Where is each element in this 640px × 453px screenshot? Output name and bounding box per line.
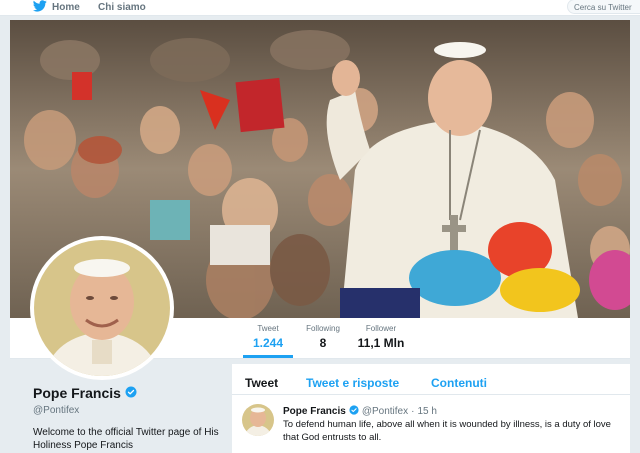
tab-tweets[interactable]: Tweet	[245, 376, 278, 390]
search-input[interactable]: Cerca su Twitter	[567, 0, 640, 14]
stat-followers[interactable]: Follower 11,1 Mln	[350, 324, 412, 350]
tweet-header: Pope Francis @Pontifex · 15 h	[283, 405, 437, 418]
tab-media[interactable]: Contenuti	[431, 376, 487, 390]
profile-card: Pope Francis @Pontifex Welcome to the of…	[10, 365, 232, 453]
tweet-text: To defend human life, above all when it …	[283, 419, 611, 443]
verified-badge-icon	[349, 405, 359, 418]
tweet-author-name[interactable]: Pope Francis	[283, 406, 346, 417]
nav-home-link[interactable]: Home	[32, 0, 80, 17]
stat-label: Tweet	[257, 324, 279, 333]
profile-handle[interactable]: @Pontifex	[33, 405, 79, 416]
stat-value: 11,1 Mln	[357, 336, 405, 350]
stat-value: 8	[319, 336, 327, 350]
tweet-item[interactable]: Pope Francis @Pontifex · 15 h To defend …	[232, 398, 630, 453]
profile-bio: Welcome to the official Twitter page of …	[33, 427, 219, 451]
verified-badge-icon	[125, 385, 137, 401]
tweet-separator: ·	[411, 406, 415, 417]
profile-avatar[interactable]	[30, 236, 174, 380]
tweet-author-avatar[interactable]	[242, 404, 274, 436]
pope-portrait-image	[34, 240, 170, 376]
active-stat-underline	[243, 355, 293, 358]
stat-label: Following	[306, 324, 340, 333]
profile-name-row: Pope Francis	[33, 385, 137, 401]
nav-about-link[interactable]: Chi siamo	[98, 0, 146, 15]
nav-home-label: Home	[52, 2, 80, 13]
timeline: Tweet Tweet e risposte Contenuti Pope Fr…	[232, 364, 630, 453]
tweet-author-handle[interactable]: @Pontifex	[362, 406, 408, 417]
tab-tweets-and-replies[interactable]: Tweet e risposte	[306, 376, 399, 390]
stat-value: 1.244	[252, 336, 284, 350]
profile-name[interactable]: Pope Francis	[33, 385, 121, 401]
twitter-bird-icon	[32, 0, 47, 17]
top-navigation: Home Chi siamo Cerca su Twitter	[0, 0, 640, 16]
stat-label: Follower	[365, 324, 397, 333]
stat-following[interactable]: Following 8	[293, 324, 353, 350]
stat-tweets[interactable]: Tweet 1.244	[243, 324, 293, 350]
tweet-timestamp[interactable]: 15 h	[417, 406, 436, 417]
timeline-tabs: Tweet Tweet e risposte Contenuti	[232, 364, 630, 395]
